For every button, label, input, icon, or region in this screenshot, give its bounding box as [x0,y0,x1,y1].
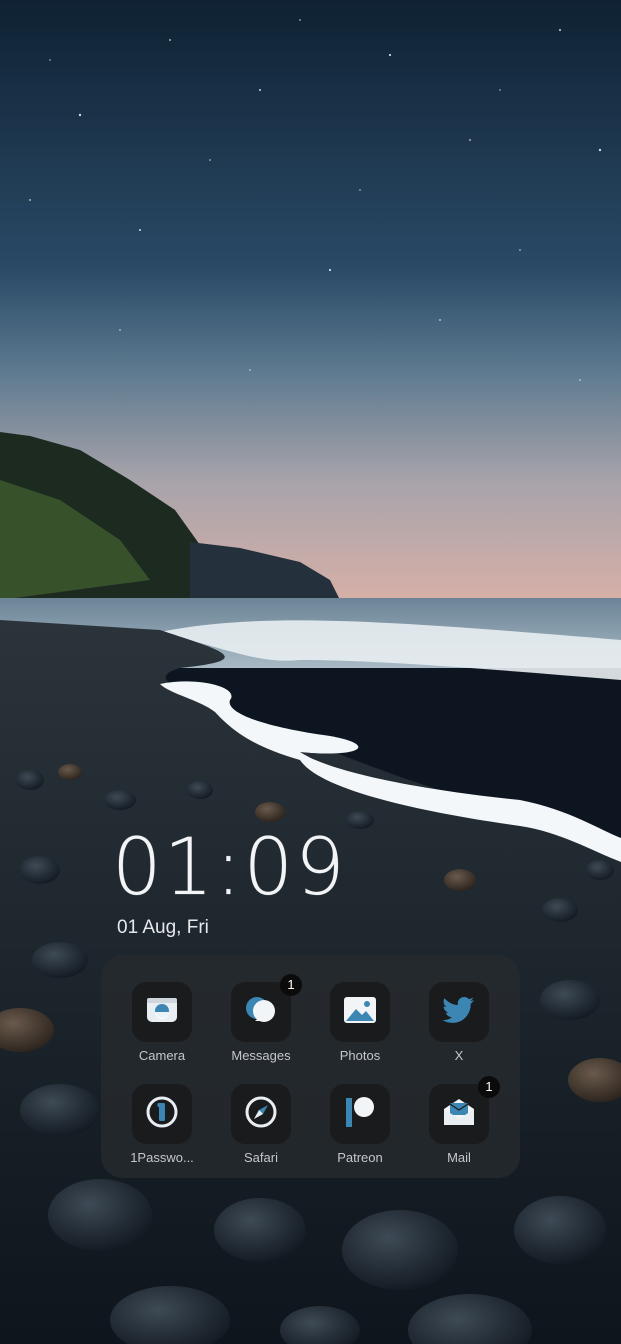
app-safari[interactable]: Safari [213,1084,309,1165]
mail-badge: 1 [478,1076,500,1098]
messages-icon [243,993,279,1032]
app-label-messages: Messages [231,1048,291,1063]
camera-icon [145,993,179,1032]
twitter-bird-icon [442,995,476,1030]
lockscreen-clock: 01:09 [112,823,347,913]
app-folder: Camera 1 Messages Photos X 1Passwo... Sa… [101,955,520,1178]
app-photos[interactable]: Photos [312,982,408,1063]
app-label-patreon: Patreon [337,1150,383,1165]
app-label-x: X [454,1048,464,1063]
app-camera[interactable]: Camera [114,982,210,1063]
photos-icon [343,995,377,1030]
app-label-1password: 1Passwo... [130,1150,194,1165]
app-patreon[interactable]: Patreon [312,1084,408,1165]
app-mail[interactable]: 1 Mail [411,1076,507,1165]
compass-icon [244,1095,278,1134]
app-messages[interactable]: 1 Messages [213,974,309,1063]
app-label-camera: Camera [138,1048,186,1063]
patreon-icon [343,1095,377,1134]
onepassword-icon [145,1095,179,1134]
lockscreen-date: 01 Aug, Fri [117,917,209,938]
app-x[interactable]: X [411,982,507,1063]
messages-badge: 1 [280,974,302,996]
app-1password[interactable]: 1Passwo... [114,1084,210,1165]
mail-icon [441,1095,477,1134]
app-label-mail: Mail [447,1150,471,1165]
app-label-photos: Photos [339,1048,381,1063]
app-label-safari: Safari [244,1150,278,1165]
